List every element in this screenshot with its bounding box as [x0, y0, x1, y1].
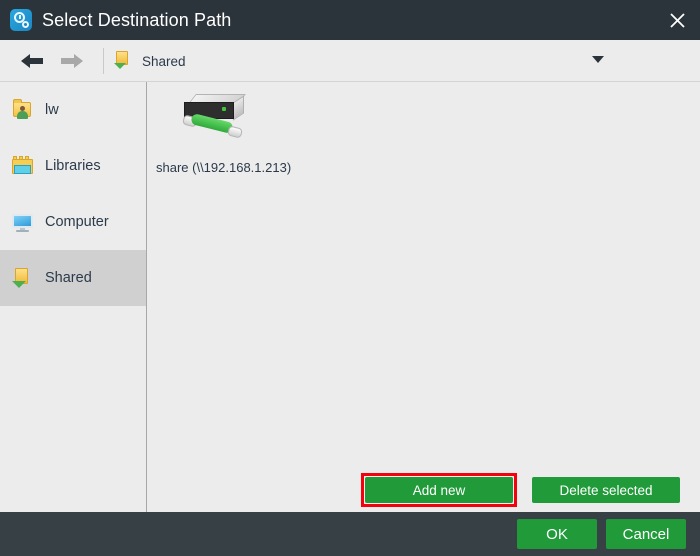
forward-button[interactable] — [54, 49, 90, 73]
list-item-label: share (\\192.168.1.213) — [156, 160, 292, 175]
user-folder-icon — [10, 97, 36, 123]
chevron-down-icon[interactable] — [592, 56, 604, 63]
window-title: Select Destination Path — [42, 9, 232, 30]
sidebar-item-label: lw — [45, 102, 59, 118]
breadcrumb-label: Shared — [142, 53, 186, 69]
list-item[interactable]: share (\\192.168.1.213) — [154, 90, 304, 175]
sidebar-item-lw[interactable]: lw — [0, 82, 146, 138]
breadcrumb[interactable]: Shared — [114, 49, 186, 73]
file-list-area: share (\\192.168.1.213) — [148, 82, 700, 512]
libraries-icon — [10, 153, 36, 179]
select-destination-path-dialog: Select Destination Path Shared lw Librar… — [0, 0, 700, 556]
title-bar: Select Destination Path — [0, 0, 700, 40]
highlight-box — [361, 473, 517, 507]
shared-folder-icon — [10, 265, 36, 291]
sidebar: lw Libraries Computer Shared — [0, 82, 147, 512]
navigation-toolbar: Shared — [0, 40, 700, 112]
sidebar-item-shared[interactable]: Shared — [0, 250, 146, 306]
delete-selected-button[interactable]: Delete selected — [532, 477, 680, 503]
sidebar-item-label: Shared — [45, 270, 92, 286]
toolbar-separator — [103, 48, 104, 74]
computer-monitor-icon — [10, 209, 36, 235]
back-button[interactable] — [14, 49, 50, 73]
cancel-button[interactable]: Cancel — [606, 519, 686, 549]
network-drive-icon — [178, 90, 258, 152]
sidebar-item-libraries[interactable]: Libraries — [0, 138, 146, 194]
sidebar-item-label: Computer — [45, 214, 109, 230]
ok-button[interactable]: OK — [517, 519, 597, 549]
close-icon[interactable] — [654, 0, 700, 40]
shared-folder-icon — [114, 50, 132, 72]
sidebar-item-label: Libraries — [45, 158, 101, 174]
sidebar-item-computer[interactable]: Computer — [0, 194, 146, 250]
clock-backup-icon — [10, 9, 32, 31]
